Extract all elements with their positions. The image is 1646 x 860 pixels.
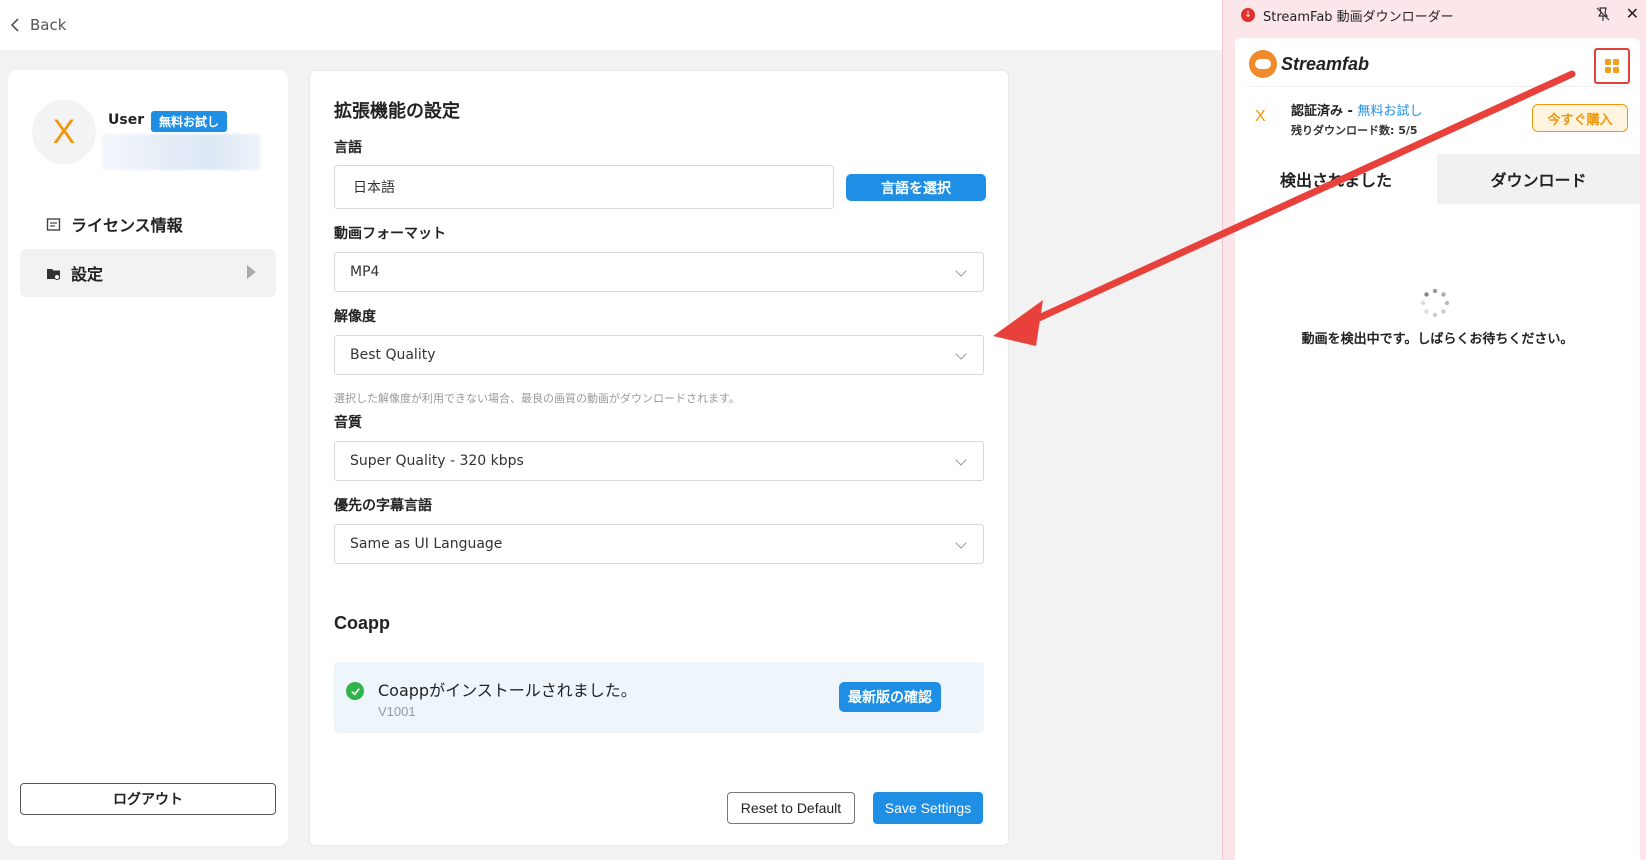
streamfab-logo: Streamfab <box>1249 50 1369 78</box>
coapp-title: Coapp <box>334 613 390 633</box>
extension-body: 検出されました ダウンロード 動画を検出中です。しばらくお待ちください。 <box>1235 154 1640 860</box>
auth-label: 認証済み - <box>1291 104 1358 119</box>
sidebar-item-label: ライセンス情報 <box>71 216 183 235</box>
check-update-button[interactable]: 最新版の確認 <box>839 682 941 712</box>
streamfab-download-icon: ↓ <box>1241 8 1255 22</box>
logout-button[interactable]: ログアウト <box>20 783 276 815</box>
resolution-hint: 選択した解像度が利用できない場合、最良の画質の動画がダウンロードされます。 <box>334 392 740 405</box>
chevron-left-icon <box>10 18 19 32</box>
extension-popup: ↓ StreamFab 動画ダウンローダー ✕ Streamfab X 認証済み… <box>1222 0 1646 860</box>
sidebar: X User 無料お試し ライセンス情報 設定 ログアウト <box>8 70 288 846</box>
remaining-downloads: 残りダウンロード数: 5/5 <box>1291 124 1418 137</box>
extension-title-bar: ↓ StreamFab 動画ダウンローダー ✕ <box>1223 0 1646 30</box>
top-bar: Back <box>0 0 1222 50</box>
chevron-down-icon <box>955 348 967 360</box>
language-label: 言語 <box>334 140 362 156</box>
video-format-label: 動画フォーマット <box>334 226 446 242</box>
resolution-value: Best Quality <box>350 347 436 363</box>
blurred-email <box>102 134 260 170</box>
audio-quality-select[interactable]: Super Quality - 320 kbps <box>334 441 984 481</box>
coapp-status-box: Coappがインストールされました。 V1001 最新版の確認 <box>334 662 984 733</box>
detecting-message: 動画を検出中です。しばらくお待ちください。 <box>1301 332 1574 347</box>
settings-panel: 拡張機能の設定 言語 日本語 言語を選択 動画フォーマット MP4 解像度 Be… <box>309 70 1009 846</box>
chevron-down-icon <box>955 454 967 466</box>
trial-badge: 無料お試し <box>151 111 228 132</box>
sidebar-item-label: 設定 <box>71 265 104 284</box>
avatar: X <box>32 100 96 164</box>
audio-quality-label: 音質 <box>334 415 362 431</box>
reset-default-button[interactable]: Reset to Default <box>727 792 855 824</box>
unpin-icon[interactable] <box>1595 6 1611 22</box>
language-field[interactable]: 日本語 <box>334 165 834 209</box>
caret-right-icon <box>247 265 256 279</box>
logo-text: Streamfab <box>1281 53 1370 74</box>
save-settings-button[interactable]: Save Settings <box>873 792 983 824</box>
check-icon <box>346 682 364 700</box>
tab-download[interactable]: ダウンロード <box>1437 154 1640 204</box>
coapp-status-text: Coappがインストールされました。 <box>378 681 637 700</box>
video-format-value: MP4 <box>350 264 380 280</box>
user-name: User <box>108 112 145 128</box>
subtitle-language-value: Same as UI Language <box>350 536 503 552</box>
grid-icon <box>1605 59 1619 73</box>
folder-settings-icon <box>47 268 60 280</box>
subtitle-language-label: 優先の字幕言語 <box>334 498 432 514</box>
resolution-select[interactable]: Best Quality <box>334 335 984 375</box>
license-icon <box>46 217 61 231</box>
loading-spinner-icon <box>1420 288 1450 318</box>
sidebar-item-license[interactable]: ライセンス情報 <box>20 200 276 248</box>
auth-trial: 無料お試し <box>1357 104 1423 119</box>
coapp-version: V1001 <box>378 704 416 719</box>
back-label: Back <box>30 16 67 34</box>
sidebar-item-settings[interactable]: 設定 <box>20 249 276 297</box>
subtitle-language-select[interactable]: Same as UI Language <box>334 524 984 564</box>
page-title: 拡張機能の設定 <box>334 101 460 122</box>
resolution-label: 解像度 <box>334 309 376 325</box>
status-letter: X <box>1255 108 1266 125</box>
chevron-down-icon <box>955 265 967 277</box>
audio-quality-value: Super Quality - 320 kbps <box>350 453 524 469</box>
chevron-down-icon <box>955 537 967 549</box>
buy-now-button[interactable]: 今すぐ購入 <box>1532 104 1628 132</box>
video-format-select[interactable]: MP4 <box>334 252 984 292</box>
back-button[interactable]: Back <box>10 16 66 34</box>
auth-status: 認証済み - 無料お試し <box>1291 100 1422 119</box>
divider <box>1247 86 1627 87</box>
close-icon[interactable]: ✕ <box>1626 4 1639 23</box>
select-language-button[interactable]: 言語を選択 <box>846 174 986 201</box>
app-grid-button[interactable] <box>1594 48 1630 84</box>
extension-window-title: StreamFab 動画ダウンローダー <box>1263 9 1454 25</box>
sloth-logo-icon <box>1249 50 1277 78</box>
tab-detected[interactable]: 検出されました <box>1235 154 1437 204</box>
